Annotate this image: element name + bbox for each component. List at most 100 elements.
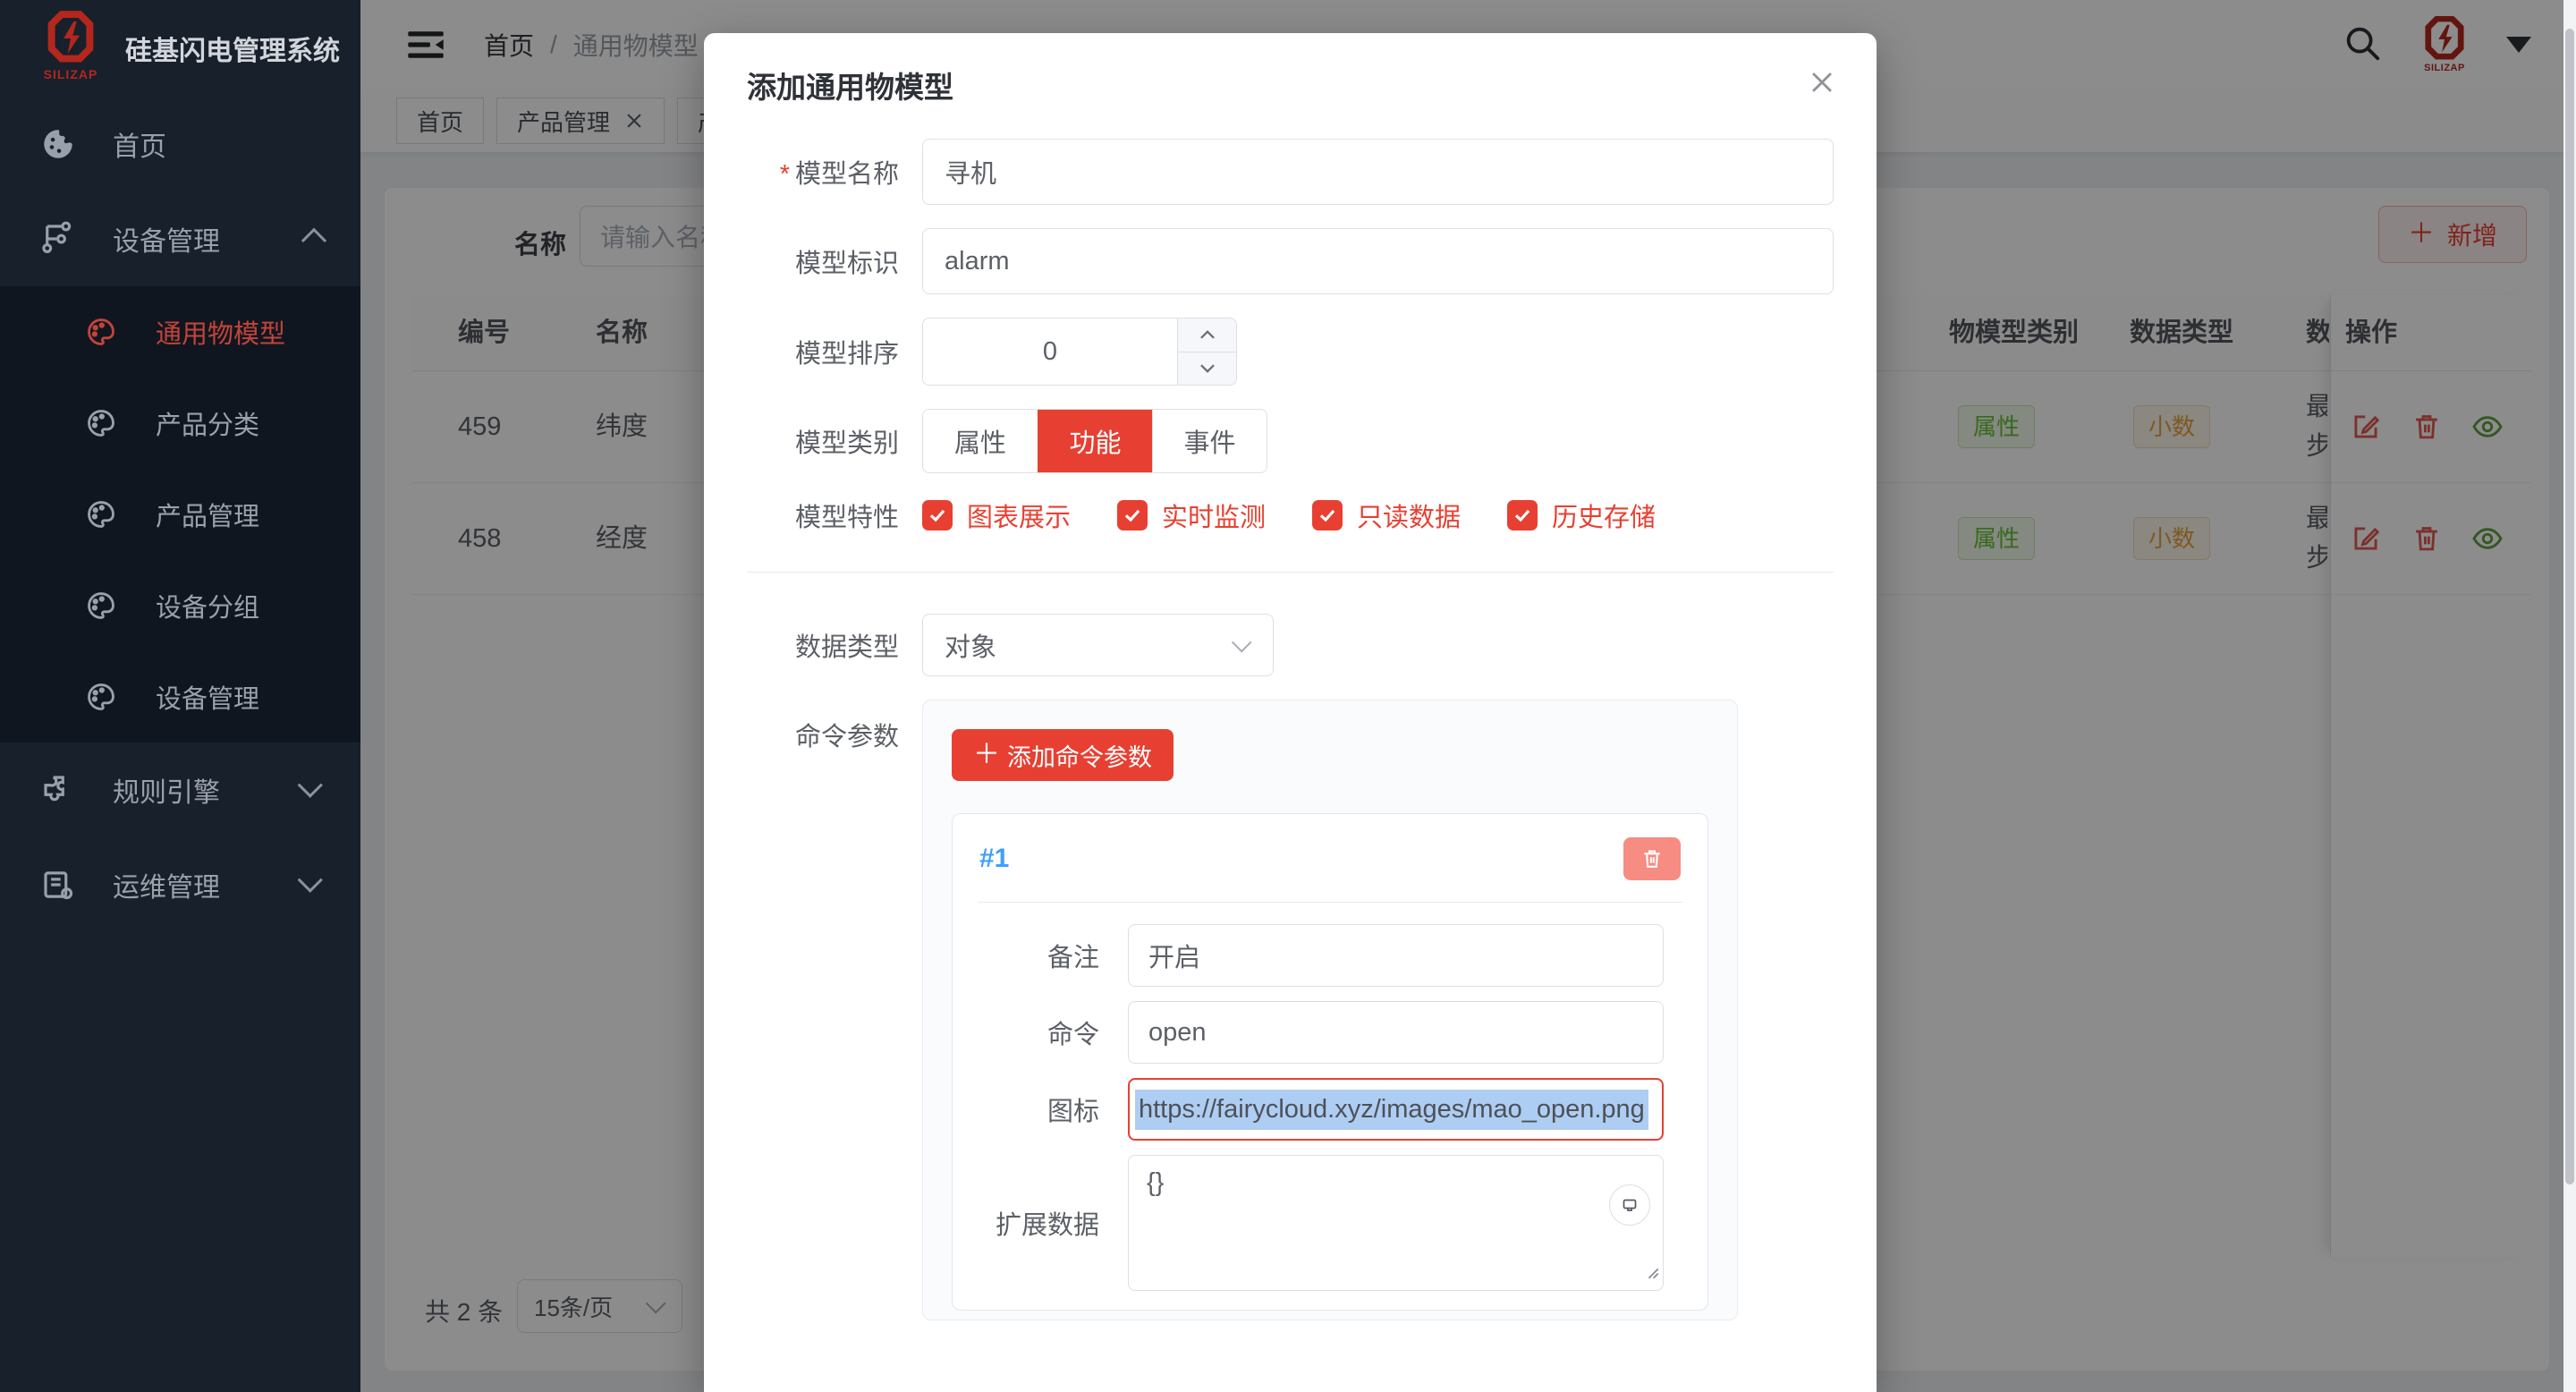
sidebar-item-product-management[interactable]: 产品管理	[0, 469, 360, 560]
datatype-select[interactable]: 对象	[922, 614, 1274, 676]
sidebar-item-device-management[interactable]: 设备管理	[0, 651, 360, 743]
extended-data-value: {}	[1147, 1168, 1164, 1197]
param-card-header: #1	[979, 837, 1681, 880]
datatype-value: 对象	[945, 626, 996, 664]
model-identifier-input[interactable]: alarm	[922, 228, 1834, 294]
stepper-down-button[interactable]	[1178, 352, 1236, 386]
sidebar-item-label: 产品分类	[156, 404, 259, 442]
sidebar-group-ops-management[interactable]: 运维管理	[0, 837, 360, 932]
sidebar-item-product-category[interactable]: 产品分类	[0, 378, 360, 469]
number-stepper	[1177, 318, 1236, 385]
form-row-command-params: 命令参数 ＋ 添加命令参数 #1	[747, 700, 1834, 1320]
required-asterisk: *	[780, 160, 790, 189]
sidebar-item-label: 设备分组	[156, 587, 259, 624]
extended-data-textarea[interactable]: {}	[1128, 1155, 1664, 1291]
segment-event[interactable]: 事件	[1152, 410, 1267, 472]
fullscreen-editor-icon[interactable]	[1609, 1184, 1650, 1226]
form-divider	[747, 572, 1834, 573]
checkbox-readonly-data[interactable]: 只读数据	[1312, 497, 1461, 534]
add-command-param-button[interactable]: ＋ 添加命令参数	[952, 729, 1174, 781]
chevron-down-icon	[1232, 632, 1252, 653]
command-param-card: #1 备注 开启 命令 open	[952, 813, 1708, 1311]
form-row-datatype: 数据类型 对象	[747, 614, 1834, 676]
checkbox-history-storage[interactable]: 历史存储	[1507, 497, 1656, 534]
datatype-label: 数据类型	[747, 626, 922, 664]
ops-book-icon	[38, 866, 79, 904]
form-row-model-category: 模型类别 属性 功能 事件	[747, 409, 1834, 473]
form-row-model-identifier: 模型标识 alarm	[747, 228, 1834, 294]
command-label: 命令	[979, 1014, 1128, 1051]
dashboard-icon	[38, 125, 79, 163]
checkbox-checked-icon	[922, 500, 953, 530]
sidebar-submenu-device: 通用物模型 产品分类 产品管理 设备分组	[0, 286, 360, 743]
model-name-input[interactable]: 寻机	[922, 139, 1834, 205]
close-icon[interactable]	[1807, 67, 1837, 98]
stepper-up-button[interactable]	[1178, 318, 1236, 352]
palette-icon	[80, 589, 122, 623]
browser-scrollbar[interactable]	[2563, 0, 2576, 1392]
param-row-icon-url: 图标 https://fairycloud.xyz/images/mao_ope…	[979, 1078, 1681, 1141]
model-name-label: *模型名称	[747, 153, 922, 191]
remark-label: 备注	[979, 937, 1128, 974]
sidebar-group-label: 运维管理	[113, 865, 220, 904]
command-params-label: 命令参数	[747, 700, 922, 753]
sidebar-item-home[interactable]: 首页	[0, 97, 360, 191]
checkbox-realtime-monitor[interactable]: 实时监测	[1117, 497, 1266, 534]
sidebar-group-rule-engine[interactable]: 规则引擎	[0, 743, 360, 837]
sidebar-group-label: 设备管理	[113, 219, 220, 259]
sidebar-item-label: 产品管理	[156, 496, 259, 533]
form-row-model-features: 模型特性 图表展示 实时监测 只读数据	[747, 497, 1834, 534]
model-sort-label: 模型排序	[747, 333, 922, 370]
sidebar-group-device-management[interactable]: 设备管理	[0, 191, 360, 286]
delete-param-button[interactable]	[1623, 837, 1681, 880]
segment-function[interactable]: 功能	[1038, 410, 1152, 472]
sidebar-item-label: 首页	[113, 124, 166, 164]
logo-text: SILIZAP	[44, 67, 98, 81]
param-row-command: 命令 open	[979, 1001, 1681, 1064]
sidebar-item-label: 通用物模型	[156, 313, 285, 351]
model-features-checkboxes: 图表展示 实时监测 只读数据 历史存储	[922, 497, 1656, 534]
palette-icon	[80, 406, 122, 440]
command-input[interactable]: open	[1128, 1001, 1664, 1064]
sidebar-item-device-grouping[interactable]: 设备分组	[0, 560, 360, 651]
model-category-segmented: 属性 功能 事件	[922, 409, 1267, 473]
screen: SILIZAP 硅基闪电管理系统 首页 设备管理 通用物模型	[0, 0, 2576, 1392]
remark-input[interactable]: 开启	[1128, 924, 1664, 987]
model-features-label: 模型特性	[747, 497, 922, 534]
checkbox-checked-icon	[1312, 500, 1343, 530]
command-params-panel: ＋ 添加命令参数 #1 备注 开启	[922, 700, 1738, 1320]
palette-icon	[80, 497, 122, 531]
palette-icon	[80, 315, 122, 349]
palette-icon	[80, 680, 122, 714]
app-brand: SILIZAP 硅基闪电管理系统	[0, 0, 360, 97]
dialog-form: *模型名称 寻机 模型标识 alarm 模型排序 0	[747, 139, 1834, 1320]
param-row-remark: 备注 开启	[979, 924, 1681, 987]
segment-attribute[interactable]: 属性	[923, 410, 1038, 472]
app-logo-icon	[47, 11, 95, 66]
icon-url-label: 图标	[979, 1091, 1128, 1128]
param-card-divider	[978, 902, 1682, 903]
checkbox-chart-display[interactable]: 图表展示	[922, 497, 1071, 534]
model-identifier-label: 模型标识	[747, 242, 922, 280]
form-row-model-sort: 模型排序 0	[747, 318, 1834, 386]
scrollbar-thumb[interactable]	[2565, 29, 2574, 1184]
extended-data-label: 扩展数据	[979, 1204, 1128, 1242]
icon-url-input[interactable]: https://fairycloud.xyz/images/mao_open.p…	[1128, 1078, 1664, 1141]
chevron-down-icon	[305, 870, 323, 900]
add-thing-model-dialog: 添加通用物模型 *模型名称 寻机 模型标识 alarm 模型排序 0	[704, 33, 1877, 1392]
form-row-model-name: *模型名称 寻机	[747, 139, 1834, 205]
app-logo: SILIZAP	[41, 11, 100, 86]
app-title: 硅基闪电管理系统	[125, 29, 340, 68]
chevron-down-icon	[305, 775, 323, 805]
checkbox-checked-icon	[1117, 500, 1148, 530]
plus-icon: ＋	[973, 742, 1000, 768]
model-sort-number-input[interactable]: 0	[922, 318, 1237, 386]
sidebar-item-generic-thing-model[interactable]: 通用物模型	[0, 286, 360, 378]
sidebar-item-label: 设备管理	[156, 678, 259, 716]
checkbox-checked-icon	[1507, 500, 1538, 530]
model-sort-value: 0	[923, 318, 1177, 385]
param-index: #1	[979, 844, 1009, 874]
dialog-title: 添加通用物模型	[747, 64, 1834, 106]
resize-handle-icon[interactable]	[1646, 1258, 1660, 1287]
device-tree-icon	[38, 220, 79, 258]
